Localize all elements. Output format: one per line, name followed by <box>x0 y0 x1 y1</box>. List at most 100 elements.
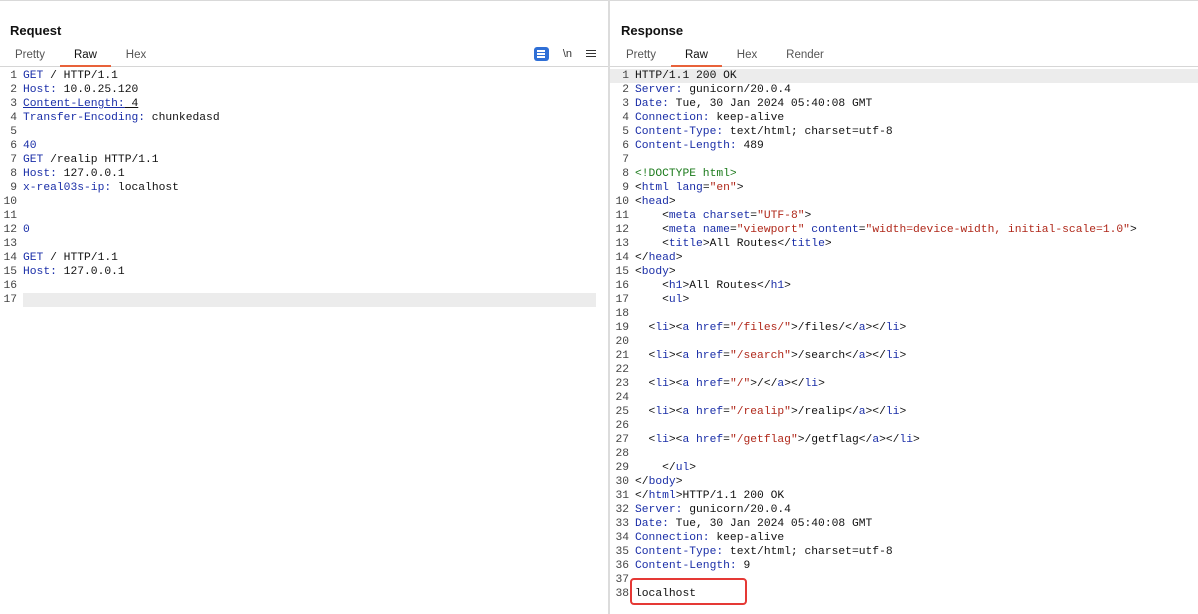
code-token: > <box>818 378 825 390</box>
line-number: 11 <box>3 210 17 222</box>
code-text: </html>HTTP/1.1 200 OK <box>635 489 784 503</box>
line-number: 13 <box>3 238 17 250</box>
request-editor[interactable]: 1 GET / HTTP/1.1 2 Host: 10.0.25.120 3 Conten… <box>0 69 608 614</box>
code-token: href <box>696 378 724 390</box>
code-token: GET <box>23 154 44 166</box>
code-token: text/html; charset=utf-8 <box>723 546 893 558</box>
response-code-line: 29 </ul> <box>610 461 1198 475</box>
code-token: "/getflag" <box>729 434 798 446</box>
tab-request-raw[interactable]: Raw <box>60 47 111 67</box>
response-code-line: 30 </body> <box>610 475 1198 489</box>
code-token: Connection: <box>635 532 710 544</box>
code-token: >/search</ <box>790 350 859 362</box>
line-number: 31 <box>615 490 629 502</box>
code-token: >HTTP/1.1 200 OK <box>675 490 785 502</box>
tab-response-render[interactable]: Render <box>783 47 827 67</box>
tab-response-hex[interactable]: Hex <box>735 47 759 67</box>
response-code-line: 19 <li><a href="/files/">/files/</a></li… <box>610 321 1198 335</box>
tab-request-pretty[interactable]: Pretty <box>14 47 46 67</box>
request-code-line: 2 Host: 10.0.25.120 <box>0 83 608 97</box>
wrap-lines-icon[interactable] <box>533 47 549 61</box>
tab-response-pretty[interactable]: Pretty <box>625 47 657 67</box>
line-number: 1 <box>622 70 629 82</box>
tab-request-hex[interactable]: Hex <box>124 47 148 67</box>
menu-icon[interactable] <box>586 50 596 58</box>
code-token: a <box>858 322 866 334</box>
code-text: </body> <box>635 475 682 489</box>
code-token: </ <box>635 490 649 502</box>
code-text: Host: 127.0.0.1 <box>23 167 125 181</box>
code-token: </ <box>635 476 649 488</box>
line-number: 15 <box>3 266 17 278</box>
code-token: 40 <box>23 140 37 152</box>
code-text: <!DOCTYPE html> <box>635 167 737 181</box>
code-token: >/realip</ <box>790 406 859 418</box>
code-token: >/getflag</ <box>797 434 873 446</box>
response-code-line: 22 <box>610 363 1198 377</box>
code-text: Date: Tue, 30 Jan 2024 05:40:08 GMT <box>635 517 872 531</box>
code-token: = <box>723 434 730 446</box>
code-token: "/search" <box>729 350 791 362</box>
code-token: < <box>635 210 669 222</box>
tab-response-raw[interactable]: Raw <box>671 47 722 67</box>
code-token: Content-Length: <box>635 560 737 572</box>
code-token: > <box>668 196 676 208</box>
code-token: > <box>689 462 697 474</box>
request-code-line: 13 <box>0 237 608 251</box>
code-token: Server: <box>635 84 683 96</box>
response-code-line: 5 Content-Type: text/html; charset=utf-8 <box>610 125 1198 139</box>
response-code-line: 7 <box>610 153 1198 167</box>
code-token: Host: <box>23 84 57 96</box>
code-token: meta <box>668 224 697 236</box>
code-text: Host: 10.0.25.120 <box>23 83 138 97</box>
code-token: < <box>635 434 656 446</box>
code-text: 0 <box>23 223 30 237</box>
request-pane: Request Pretty Raw Hex \n 1 GET / HTTP/1.… <box>0 0 608 614</box>
response-code-line: 3 Date: Tue, 30 Jan 2024 05:40:08 GMT <box>610 97 1198 111</box>
code-token: = <box>723 406 730 418</box>
code-token: title <box>668 238 703 250</box>
code-token: text/html; charset=utf-8 <box>723 126 893 138</box>
code-token: "/files/" <box>729 322 791 334</box>
line-number: 25 <box>615 406 629 418</box>
line-number: 7 <box>622 154 629 166</box>
code-token: </ <box>635 252 649 264</box>
line-number: 12 <box>3 224 17 236</box>
code-token: ></ <box>865 322 886 334</box>
code-token: li <box>655 378 669 390</box>
response-code-line: 13 <title>All Routes</title> <box>610 237 1198 251</box>
code-token: chunkedasd <box>145 112 220 124</box>
request-code-line: 1 GET / HTTP/1.1 <box>0 69 608 83</box>
code-token: 10.0.25.120 <box>56 84 139 96</box>
request-toolbar: \n <box>533 46 596 62</box>
code-text: <html lang="en"> <box>635 181 744 195</box>
line-number: 21 <box>615 350 629 362</box>
code-text: </ul> <box>635 461 696 475</box>
code-token: x-real03s-ip: <box>23 182 112 194</box>
response-code-line: 18 <box>610 307 1198 321</box>
code-text: GET / HTTP/1.1 <box>23 69 118 83</box>
show-newlines-button[interactable]: \n <box>563 47 572 61</box>
code-text: <ul> <box>635 293 689 307</box>
code-text: Content-Length: 4 <box>23 97 138 111</box>
code-token: "en" <box>709 182 737 194</box>
code-token: < <box>635 350 656 362</box>
code-token: Content-Type: <box>635 546 724 558</box>
code-text: <meta name="viewport" content="width=dev… <box>635 223 1137 237</box>
code-token: < <box>635 406 656 418</box>
code-text: Date: Tue, 30 Jan 2024 05:40:08 GMT <box>635 97 872 111</box>
code-token: Content-Length: <box>23 98 125 110</box>
code-token: ul <box>675 462 690 474</box>
code-token: >< <box>668 434 683 446</box>
code-token: >< <box>668 322 683 334</box>
response-editor[interactable]: 1 HTTP/1.1 200 OK 2 Server: gunicorn/20.0.4… <box>610 69 1198 614</box>
code-token: >/</ <box>750 378 778 390</box>
line-number: 17 <box>615 294 629 306</box>
line-number: 24 <box>615 392 629 404</box>
request-title: Request <box>10 23 62 38</box>
code-token: < <box>635 322 656 334</box>
line-number: 35 <box>615 546 629 558</box>
response-code-line: 27 <li><a href="/getflag">/getflag</a></… <box>610 433 1198 447</box>
line-number: 4 <box>622 112 629 124</box>
